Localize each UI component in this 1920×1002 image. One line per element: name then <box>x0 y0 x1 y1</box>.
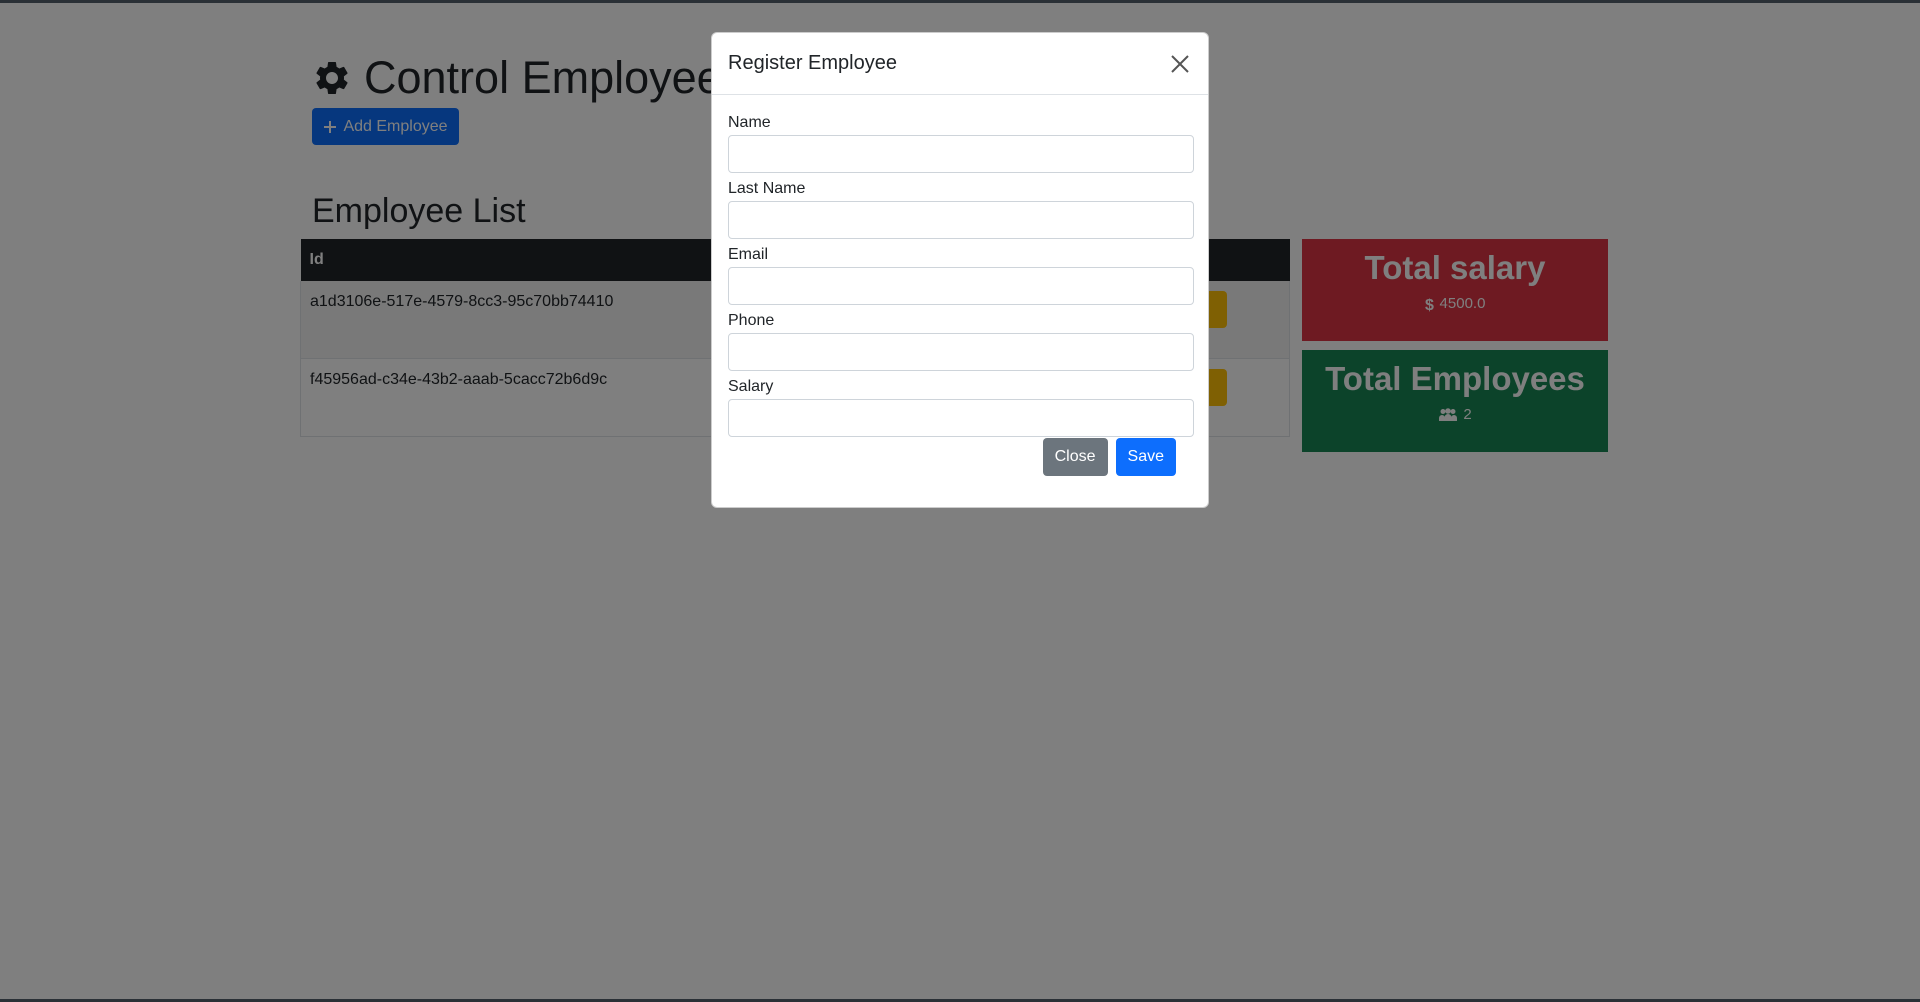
close-icon-button[interactable] <box>1166 50 1194 78</box>
salary-field[interactable] <box>728 399 1194 437</box>
modal-header: Register Employee <box>712 33 1208 95</box>
email-field[interactable] <box>728 267 1194 305</box>
register-employee-modal: Register Employee Name Last Name Email P… <box>711 32 1209 508</box>
phone-field[interactable] <box>728 333 1194 371</box>
modal-body: Name Last Name Email Phone Salary <box>712 95 1208 437</box>
email-label: Email <box>728 246 769 263</box>
name-field[interactable] <box>728 135 1194 173</box>
close-icon <box>1171 54 1189 73</box>
phone-label: Phone <box>728 312 775 329</box>
modal-title: Register Employee <box>728 52 897 74</box>
save-button[interactable]: Save <box>1115 438 1176 476</box>
last-name-field[interactable] <box>728 201 1194 239</box>
last-name-label: Last Name <box>728 180 806 197</box>
name-label: Name <box>728 114 771 131</box>
salary-label: Salary <box>728 378 774 395</box>
close-button[interactable]: Close <box>1042 438 1108 476</box>
modal-actions: Close Save <box>1042 438 1176 476</box>
